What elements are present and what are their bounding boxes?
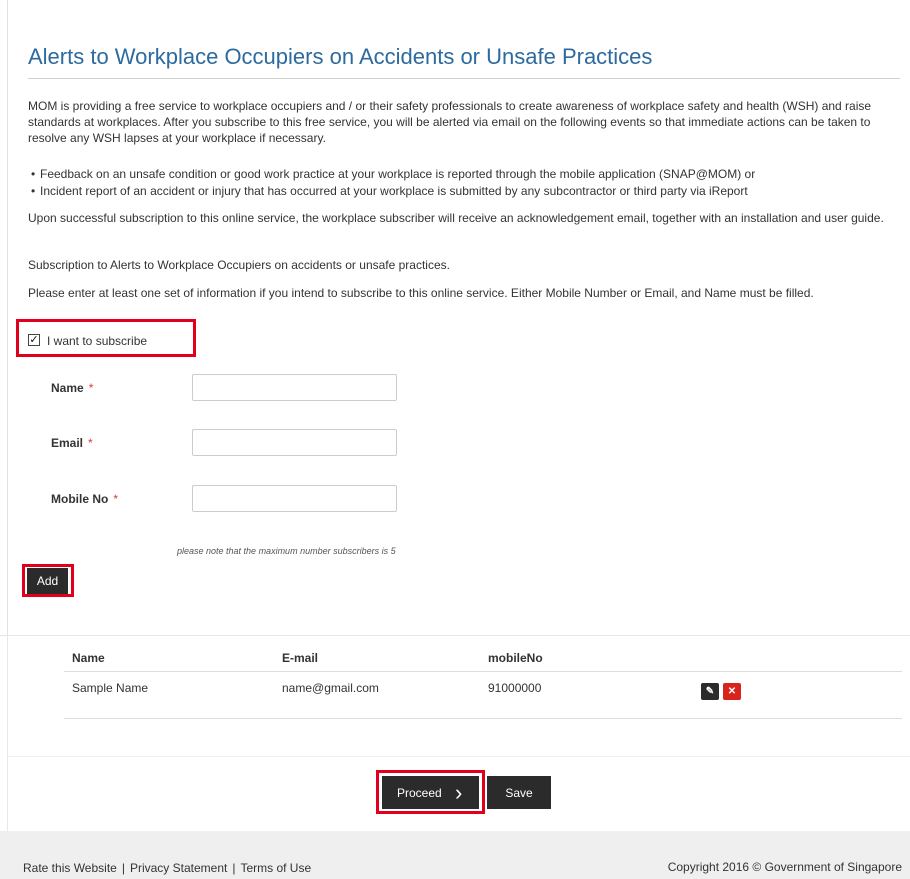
footer-separator: |: [232, 861, 236, 875]
section-divider: [0, 635, 910, 636]
column-header-name: Name: [72, 651, 105, 665]
cell-mobile: 91000000: [488, 681, 542, 695]
terms-of-use-link[interactable]: Terms of Use: [240, 861, 311, 875]
privacy-statement-link[interactable]: Privacy Statement: [130, 861, 227, 875]
left-divider: [7, 0, 8, 635]
list-item: • Incident report of an accident or injur…: [31, 184, 748, 198]
footer: Rate this Website | Privacy Statement | Term…: [0, 831, 910, 879]
intro-paragraph: MOM is providing a free service to workp…: [28, 99, 872, 145]
proceed-button[interactable]: Proceed: [382, 776, 479, 809]
footer-separator: |: [121, 861, 125, 875]
column-header-mobile: mobileNo: [488, 651, 543, 665]
edit-icon[interactable]: ✎: [701, 683, 719, 700]
required-marker: *: [113, 492, 118, 506]
email-field[interactable]: [192, 429, 397, 456]
rate-website-link[interactable]: Rate this Website: [23, 861, 117, 875]
cell-email: name@gmail.com: [282, 681, 379, 695]
title-divider: [28, 78, 900, 79]
list-item-text: Feedback on an unsafe condition or good …: [40, 167, 756, 181]
table-header-divider: [64, 671, 902, 672]
actions-divider: [8, 756, 910, 757]
instruction-paragraph: Please enter at least one set of informa…: [28, 286, 814, 300]
subscription-paragraph: Subscription to Alerts to Workplace Occu…: [28, 258, 450, 272]
mobile-label-text: Mobile No: [51, 492, 109, 506]
acknowledgement-paragraph: Upon successful subscription to this onl…: [28, 211, 884, 225]
mobile-field[interactable]: [192, 485, 397, 512]
subscribe-label[interactable]: I want to subscribe: [47, 334, 147, 348]
name-label: Name *: [51, 381, 93, 395]
add-button[interactable]: Add: [27, 568, 68, 594]
footer-links: Rate this Website | Privacy Statement | Term…: [23, 861, 311, 875]
page-title: Alerts to Workplace Occupiers on Acciden…: [28, 44, 653, 69]
table-row-divider: [64, 718, 902, 719]
event-list: • Feedback on an unsafe condition or good…: [28, 166, 902, 200]
subscribe-checkbox[interactable]: ✓: [28, 334, 40, 346]
cell-name: Sample Name: [72, 681, 149, 695]
mobile-label: Mobile No *: [51, 492, 118, 506]
email-label-text: Email: [51, 436, 84, 450]
save-button[interactable]: Save: [487, 776, 551, 809]
copyright-text: Copyright 2016 © Government of Singapore: [667, 860, 902, 874]
list-item: • Feedback on an unsafe condition or good…: [31, 167, 756, 181]
left-divider-lower: [7, 636, 8, 831]
required-marker: *: [88, 436, 93, 450]
chevron-right-icon: ›: [455, 780, 463, 805]
email-label: Email *: [51, 436, 93, 450]
name-field[interactable]: [192, 374, 397, 401]
list-item-text: Incident report of an accident or injury…: [40, 184, 748, 198]
required-marker: *: [88, 381, 94, 395]
subscriber-limit-note: please note that the maximum number subs…: [177, 546, 396, 556]
column-header-email: E-mail: [282, 651, 319, 665]
name-label-text: Name: [51, 381, 84, 395]
delete-icon[interactable]: ✕: [723, 683, 741, 700]
